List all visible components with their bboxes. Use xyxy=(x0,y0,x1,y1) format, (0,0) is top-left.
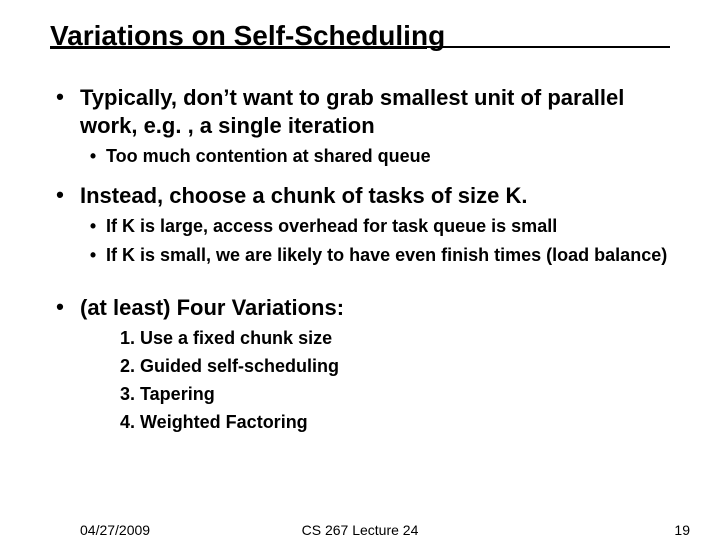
bullet-level1: • (at least) Four Variations: xyxy=(40,294,680,322)
bullet-text: Typically, don’t want to grab smallest u… xyxy=(80,84,680,139)
bullet-text: Instead, choose a chunk of tasks of size… xyxy=(80,182,680,210)
bullet-dot: • xyxy=(40,294,80,320)
bullet-dot: • xyxy=(80,215,106,238)
bullet-level1: • Typically, don’t want to grab smallest… xyxy=(40,84,680,139)
bullet-level2: • Too much contention at shared queue xyxy=(80,145,680,168)
numbered-item: 2. Guided self-scheduling xyxy=(120,354,680,378)
footer-course: CS 267 Lecture 24 xyxy=(0,522,720,538)
bullet-dot: • xyxy=(40,84,80,110)
bullet-level2: • If K is large, access overhead for tas… xyxy=(80,215,680,238)
numbered-item: 3. Tapering xyxy=(120,382,680,406)
bullet-level2: • If K is small, we are likely to have e… xyxy=(80,244,680,267)
bullet-text: If K is small, we are likely to have eve… xyxy=(106,244,680,267)
numbered-item: 1. Use a fixed chunk size xyxy=(120,326,680,350)
bullet-text: (at least) Four Variations: xyxy=(80,294,680,322)
content-area: • Typically, don’t want to grab smallest… xyxy=(40,78,680,435)
slide-title: Variations on Self-Scheduling xyxy=(50,20,445,52)
title-block: Variations on Self-Scheduling xyxy=(50,20,670,48)
bullet-dot: • xyxy=(80,145,106,168)
bullet-dot: • xyxy=(40,182,80,208)
slide: Variations on Self-Scheduling • Typicall… xyxy=(0,0,720,540)
bullet-text: Too much contention at shared queue xyxy=(106,145,680,168)
footer-page-number: 19 xyxy=(674,522,690,538)
numbered-item: 4. Weighted Factoring xyxy=(120,410,680,434)
bullet-level1: • Instead, choose a chunk of tasks of si… xyxy=(40,182,680,210)
bullet-text: If K is large, access overhead for task … xyxy=(106,215,680,238)
bullet-dot: • xyxy=(80,244,106,267)
